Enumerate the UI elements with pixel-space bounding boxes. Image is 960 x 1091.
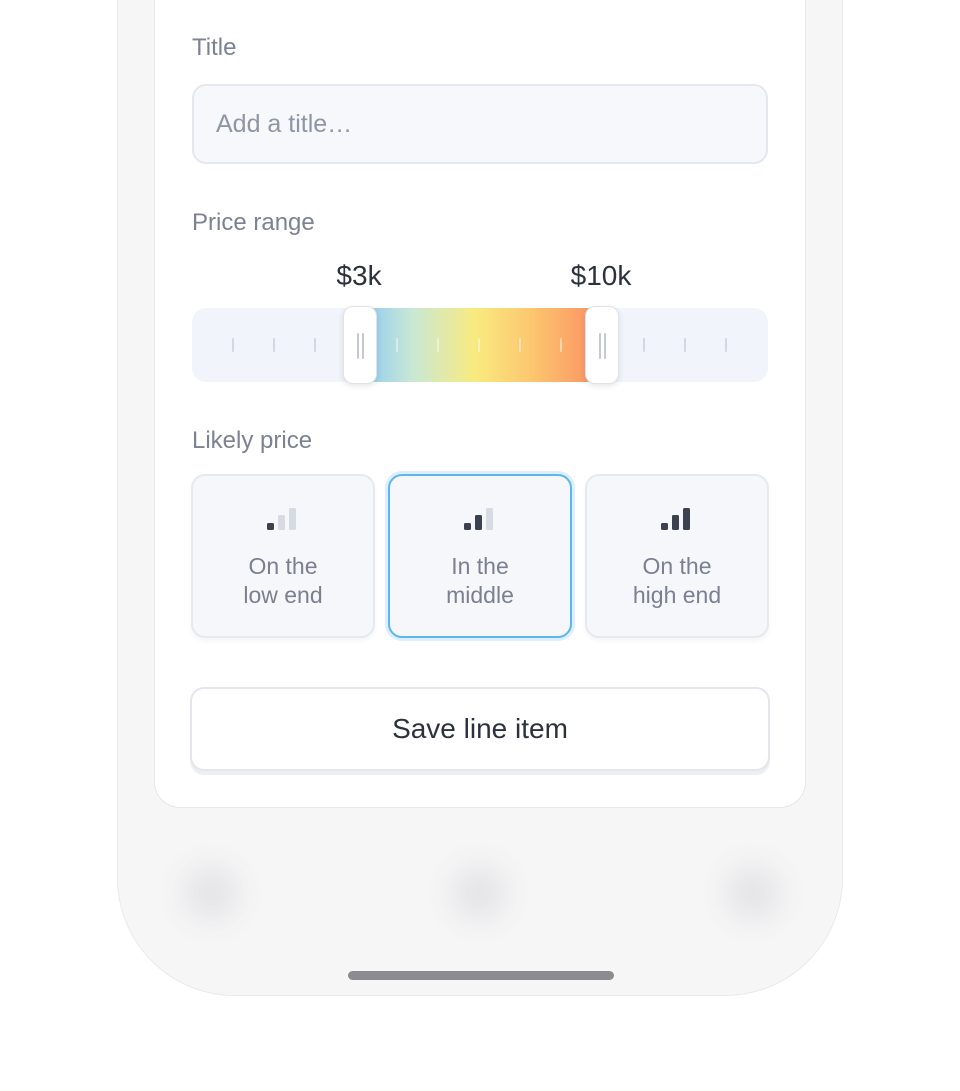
signal-bars-icon <box>267 506 299 530</box>
price-max-value: $10k <box>570 260 632 291</box>
title-input[interactable] <box>192 84 768 164</box>
track-tick <box>437 338 439 352</box>
signal-bars-icon <box>464 506 496 530</box>
dock-app-icon <box>726 866 780 920</box>
track-tick <box>725 338 727 352</box>
option-high-end[interactable]: On the high end <box>585 474 769 638</box>
title-label: Title <box>192 34 237 61</box>
track-tick <box>643 338 645 352</box>
option-low-end[interactable]: On the low end <box>191 474 375 638</box>
dock-app-icon <box>452 866 506 920</box>
option-label: On the low end <box>243 553 323 608</box>
price-min-value: $3k <box>336 260 382 291</box>
price-max-handle[interactable] <box>585 306 619 384</box>
track-tick <box>478 338 480 352</box>
track-tick <box>314 338 316 352</box>
track-tick <box>560 338 562 352</box>
track-tick <box>232 338 234 352</box>
option-label: On the high end <box>632 553 722 608</box>
dock-app-icon <box>184 866 238 920</box>
save-line-item-button[interactable]: Save line item <box>190 687 770 771</box>
price-range-track[interactable] <box>192 308 768 382</box>
track-tick <box>396 338 398 352</box>
option-middle[interactable]: In the middle <box>388 474 572 638</box>
track-tick <box>684 338 686 352</box>
signal-bars-icon <box>661 506 693 530</box>
likely-price-label: Likely price <box>192 427 313 454</box>
track-tick <box>519 338 521 352</box>
price-min-handle[interactable] <box>343 306 377 384</box>
option-label: In the middle <box>446 553 514 608</box>
home-indicator[interactable] <box>348 971 614 980</box>
price-range-label: Price range <box>192 209 315 236</box>
track-tick <box>273 338 275 352</box>
